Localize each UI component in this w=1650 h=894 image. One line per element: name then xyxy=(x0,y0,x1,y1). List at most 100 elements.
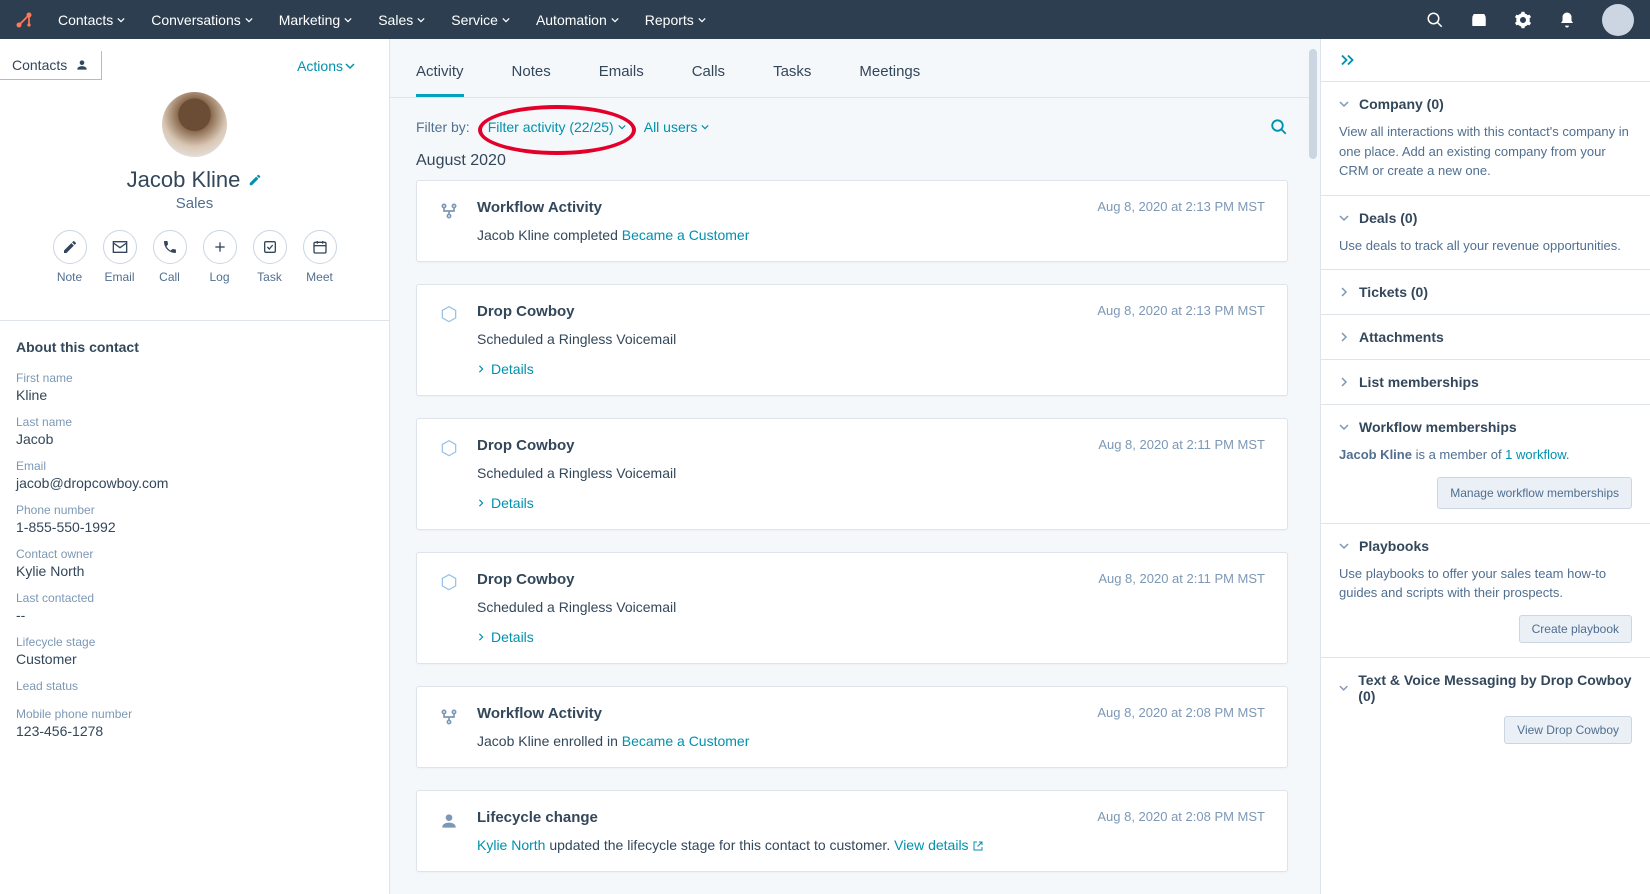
hex-icon xyxy=(439,439,459,459)
task-action-button[interactable]: Task xyxy=(253,230,287,284)
tickets-section-toggle[interactable]: Tickets (0) xyxy=(1339,284,1632,300)
activity-title: Workflow Activity xyxy=(477,705,602,722)
activity-title: Drop Cowboy xyxy=(477,303,575,320)
top-nav: Contacts Conversations Marketing Sales S… xyxy=(0,0,1650,39)
field-contact-owner[interactable]: Contact ownerKylie North xyxy=(0,541,389,585)
activity-title: Lifecycle change xyxy=(477,809,598,826)
filter-by-label: Filter by: xyxy=(416,119,470,135)
deals-section-toggle[interactable]: Deals (0) xyxy=(1339,210,1632,226)
nav-automation[interactable]: Automation xyxy=(536,12,619,28)
activity-card[interactable]: Drop CowboyAug 8, 2020 at 2:13 PM MSTSch… xyxy=(416,284,1288,396)
nav-reports[interactable]: Reports xyxy=(645,12,706,28)
left-panel: Contacts Actions Jacob Kline Sales Note E… xyxy=(0,39,390,894)
activity-card[interactable]: Lifecycle change Aug 8, 2020 at 2:08 PM M… xyxy=(416,790,1288,872)
field-lifecycle-stage[interactable]: Lifecycle stageCustomer xyxy=(0,629,389,673)
activity-link[interactable]: Became a Customer xyxy=(622,733,750,749)
activity-card[interactable]: Drop CowboyAug 8, 2020 at 2:11 PM MSTSch… xyxy=(416,552,1288,664)
company-section-body: View all interactions with this contact'… xyxy=(1339,122,1632,181)
workflow-memberships-toggle[interactable]: Workflow memberships xyxy=(1339,419,1632,435)
activity-timestamp: Aug 8, 2020 at 2:13 PM MST xyxy=(1097,303,1265,318)
nav-contacts[interactable]: Contacts xyxy=(58,12,125,28)
contact-name: Jacob Kline xyxy=(127,167,241,193)
note-action-button[interactable]: Note xyxy=(53,230,87,284)
tab-activity[interactable]: Activity xyxy=(416,63,464,97)
nav-conversations[interactable]: Conversations xyxy=(151,12,253,28)
tab-notes[interactable]: Notes xyxy=(512,63,551,97)
workflow-contact-name: Jacob Kline xyxy=(1339,447,1412,462)
edit-name-icon[interactable] xyxy=(248,173,262,187)
hex-icon xyxy=(439,305,459,325)
nav-sales[interactable]: Sales xyxy=(378,12,425,28)
deals-section-body: Use deals to track all your revenue oppo… xyxy=(1339,236,1632,256)
call-icon xyxy=(153,230,187,264)
right-panel: Company (0) View all interactions with t… xyxy=(1320,39,1650,894)
playbooks-section-toggle[interactable]: Playbooks xyxy=(1339,538,1632,554)
settings-icon[interactable] xyxy=(1514,11,1532,29)
actions-dropdown[interactable]: Actions xyxy=(297,58,373,74)
details-toggle[interactable]: Details xyxy=(439,495,1265,511)
tab-calls[interactable]: Calls xyxy=(692,63,725,97)
tab-emails[interactable]: Emails xyxy=(599,63,644,97)
activity-timestamp: Aug 8, 2020 at 2:11 PM MST xyxy=(1098,437,1265,452)
details-toggle[interactable]: Details xyxy=(439,629,1265,645)
note-icon xyxy=(53,230,87,264)
email-icon xyxy=(103,230,137,264)
hubspot-logo[interactable] xyxy=(10,6,38,34)
profile-header: Jacob Kline Sales Note Email Call Log Task Me… xyxy=(0,84,389,302)
marketplace-icon[interactable] xyxy=(1470,11,1488,29)
log-icon xyxy=(203,230,237,264)
attachments-section-toggle[interactable]: Attachments xyxy=(1339,329,1632,345)
contact-avatar[interactable] xyxy=(162,92,227,157)
manage-workflow-memberships-button[interactable]: Manage workflow memberships xyxy=(1437,477,1632,509)
filter-users-dropdown[interactable]: All users xyxy=(644,119,710,135)
view-details-link[interactable]: View details xyxy=(894,837,972,853)
activity-title: Workflow Activity xyxy=(477,199,602,216)
activity-card[interactable]: Workflow ActivityAug 8, 2020 at 2:13 PM … xyxy=(416,180,1288,262)
activity-user-link[interactable]: Kylie North xyxy=(477,837,545,853)
field-mobile-phone-number[interactable]: Mobile phone number123-456-1278 xyxy=(0,701,389,745)
collapse-right-panel[interactable] xyxy=(1321,39,1650,81)
activity-link[interactable]: Became a Customer xyxy=(622,227,750,243)
field-lead-status[interactable]: Lead status xyxy=(0,673,389,701)
workflow-icon xyxy=(439,201,459,221)
lists-section-toggle[interactable]: List memberships xyxy=(1339,374,1632,390)
field-last-contacted[interactable]: Last contacted-- xyxy=(0,585,389,629)
activity-feed: Activity Notes Emails Calls Tasks Meetings Fi… xyxy=(390,39,1320,894)
back-to-contacts[interactable]: Contacts xyxy=(0,51,102,80)
user-avatar[interactable] xyxy=(1602,4,1634,36)
activity-timestamp: Aug 8, 2020 at 2:11 PM MST xyxy=(1098,571,1265,586)
field-phone-number[interactable]: Phone number1-855-550-1992 xyxy=(0,497,389,541)
tab-tasks[interactable]: Tasks xyxy=(773,63,811,97)
view-drop-cowboy-button[interactable]: View Drop Cowboy xyxy=(1504,716,1632,744)
about-section-title: About this contact xyxy=(0,321,389,365)
activity-card[interactable]: Workflow Activity Aug 8, 2020 at 2:08 PM … xyxy=(416,686,1288,768)
meet-action-button[interactable]: Meet xyxy=(303,230,337,284)
call-action-button[interactable]: Call xyxy=(153,230,187,284)
create-playbook-button[interactable]: Create playbook xyxy=(1519,615,1632,643)
activity-title: Drop Cowboy xyxy=(477,437,575,454)
field-first-name[interactable]: First nameKline xyxy=(0,365,389,409)
activity-card[interactable]: Drop CowboyAug 8, 2020 at 2:11 PM MSTSch… xyxy=(416,418,1288,530)
field-email[interactable]: Emailjacob@dropcowboy.com xyxy=(0,453,389,497)
nav-menu: Contacts Conversations Marketing Sales S… xyxy=(58,12,706,28)
activity-timestamp: Aug 8, 2020 at 2:08 PM MST xyxy=(1097,809,1265,824)
activity-group-date: August 2020 xyxy=(390,146,1314,180)
contact-role: Sales xyxy=(0,195,389,212)
workflow-count-link[interactable]: 1 workflow. xyxy=(1505,447,1569,462)
feed-scrollbar[interactable] xyxy=(1306,49,1320,884)
notifications-icon[interactable] xyxy=(1558,11,1576,29)
person-icon xyxy=(439,811,459,831)
text-voice-section-toggle[interactable]: Text & Voice Messaging by Drop Cowboy (0… xyxy=(1339,672,1632,704)
filter-activity-dropdown[interactable]: Filter activity (22/25) xyxy=(488,119,626,135)
tab-meetings[interactable]: Meetings xyxy=(859,63,920,97)
field-last-name[interactable]: Last nameJacob xyxy=(0,409,389,453)
search-icon[interactable] xyxy=(1426,11,1444,29)
activity-timestamp: Aug 8, 2020 at 2:08 PM MST xyxy=(1097,705,1265,720)
nav-service[interactable]: Service xyxy=(451,12,510,28)
email-action-button[interactable]: Email xyxy=(103,230,137,284)
search-activity-icon[interactable] xyxy=(1270,118,1288,136)
details-toggle[interactable]: Details xyxy=(439,361,1265,377)
company-section-toggle[interactable]: Company (0) xyxy=(1339,96,1632,112)
log-action-button[interactable]: Log xyxy=(203,230,237,284)
nav-marketing[interactable]: Marketing xyxy=(279,12,352,28)
